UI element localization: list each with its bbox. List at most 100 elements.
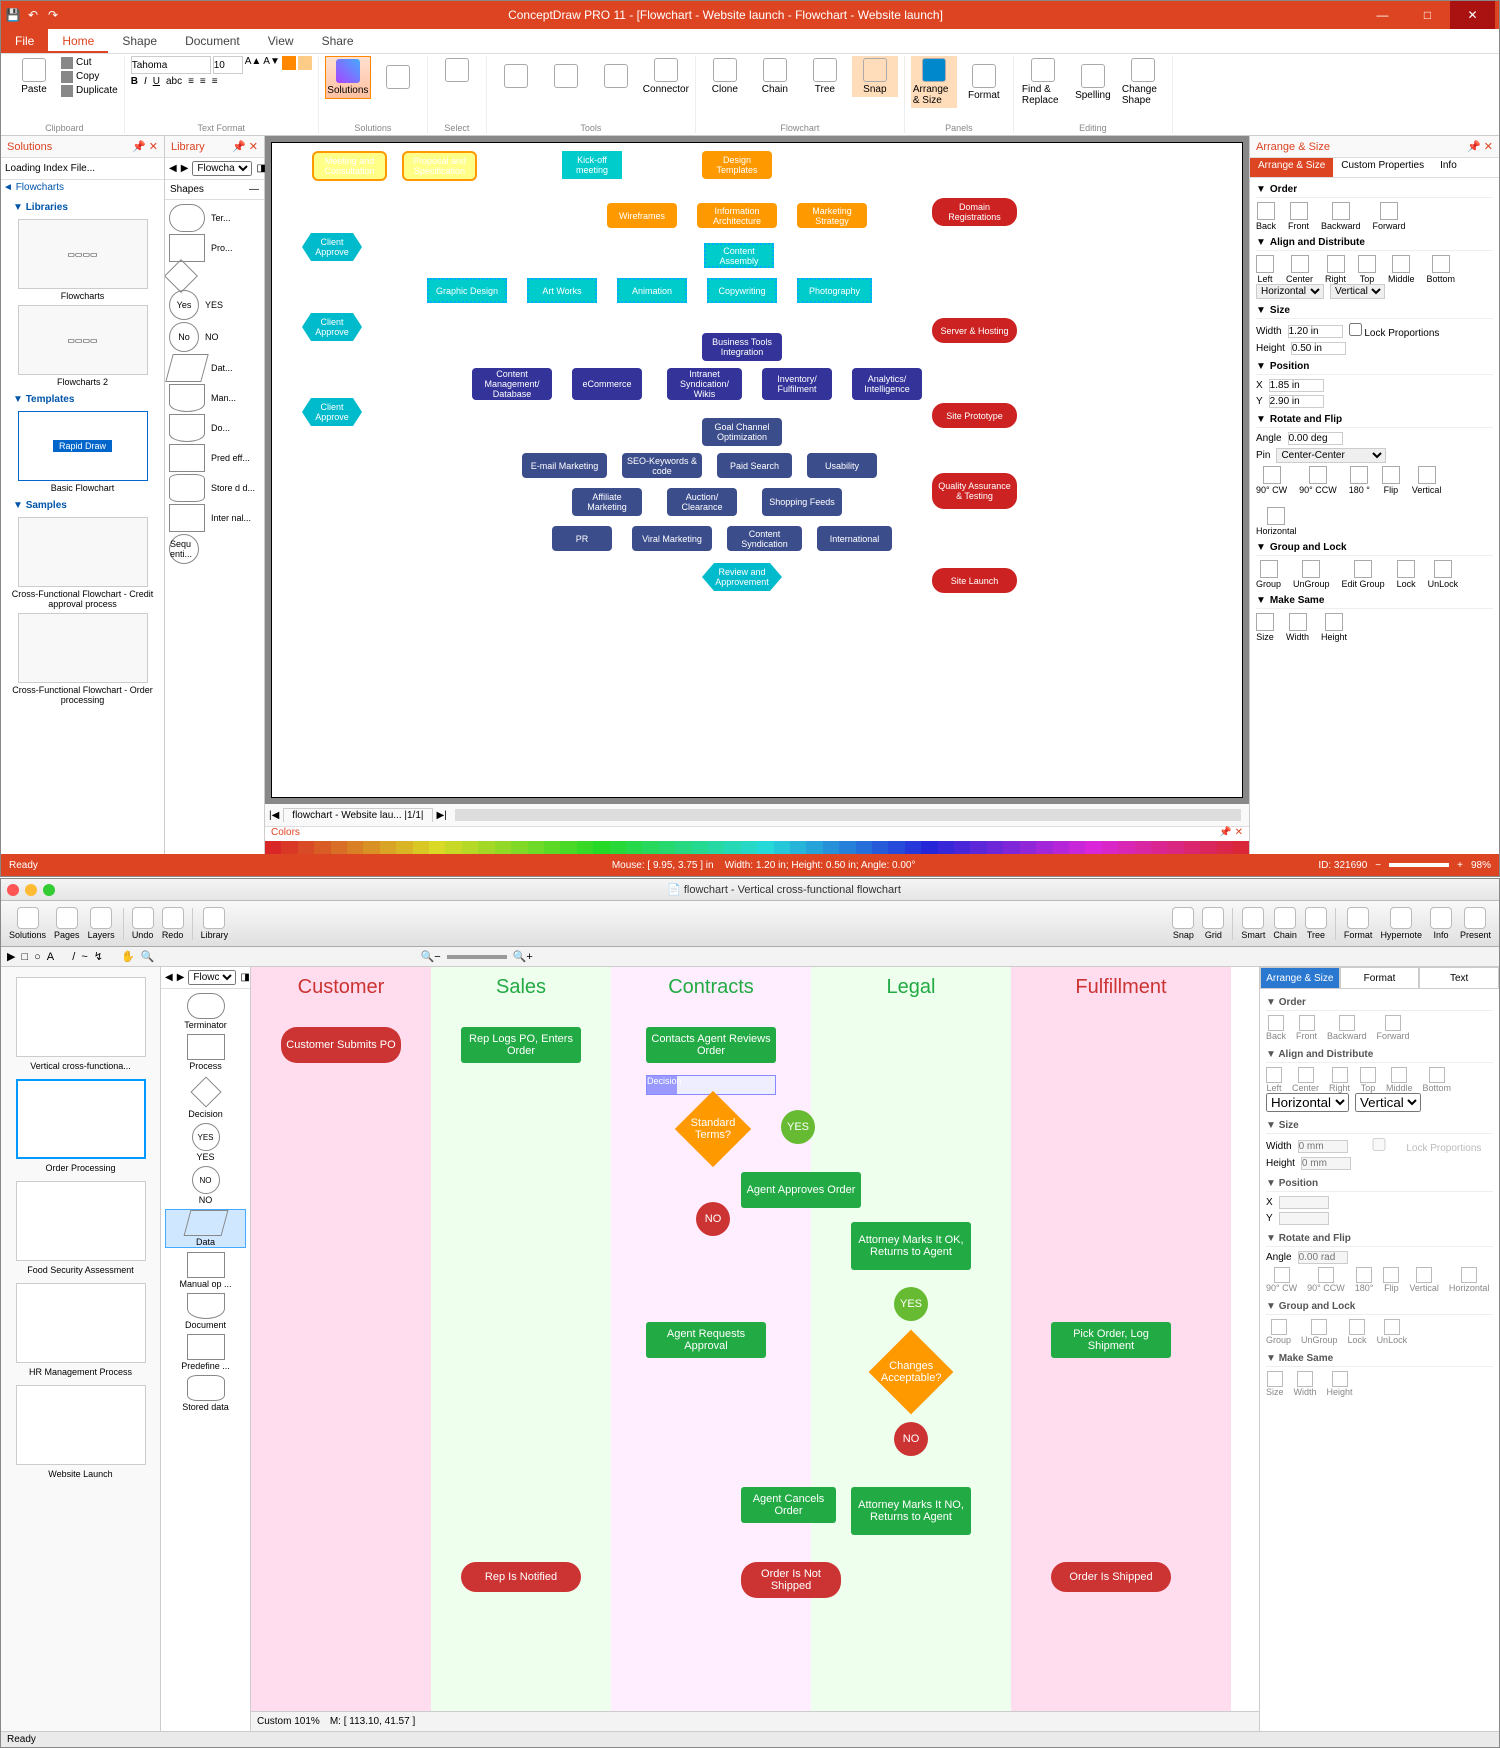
order-front[interactable]: Front [1296,1015,1317,1041]
shape-Storedd[interactable]: Store d d... [169,474,260,502]
order-forward[interactable]: Forward [1377,1015,1410,1041]
rect-tool[interactable] [493,62,539,92]
ellipse-tool-icon[interactable]: ○ [34,951,41,963]
panel-pin-icon[interactable]: 📌 ✕ [232,140,258,153]
curve-tool-icon[interactable]: ~ [81,951,87,963]
shape-Document[interactable]: Document [165,1293,246,1330]
node-kickoff[interactable]: Kick-off meeting [562,151,622,179]
rotate-180[interactable]: 180 ° [1349,466,1370,495]
node-shopping-feeds[interactable]: Shopping Feeds [762,488,842,516]
pan-tool-icon[interactable]: ✋ [121,950,135,963]
node-analytics[interactable]: Analytics/ Intelligence [852,368,922,400]
gl-group[interactable]: Group [1266,1319,1291,1345]
node-agent-cancels[interactable]: Agent Cancels Order [741,1487,836,1523]
connector-tool-icon[interactable]: ↯ [94,950,103,963]
doc-tab[interactable]: flowchart - Website lau... |1/1| [283,808,432,822]
node-yes[interactable]: YES [781,1110,815,1144]
sect-position[interactable]: Position [1270,361,1309,372]
node-contacts-agent[interactable]: Contacts Agent Reviews Order [646,1027,776,1063]
fwd-icon[interactable]: ▶ [181,163,189,174]
tree-root[interactable]: ◄ Flowcharts [1,180,164,195]
rtab-custom[interactable]: Custom Properties [1333,158,1432,177]
rotate-flip[interactable]: Flip [1382,466,1400,495]
sect-size[interactable]: Size [1270,305,1290,316]
node-pick-order[interactable]: Pick Order, Log Shipment [1051,1322,1171,1358]
text-tool[interactable] [543,62,589,92]
category-libraries[interactable]: ▼ Libraries [5,199,160,215]
align-center-icon[interactable]: ≡ [200,76,206,87]
node-no-2[interactable]: NO [894,1422,928,1456]
smart-button[interactable]: Smart [1241,907,1265,940]
collapse-icon[interactable]: — [249,184,259,195]
node-content-assembly[interactable]: Content Assembly [704,243,774,268]
node-site-prototype[interactable]: Site Prototype [932,403,1017,428]
align-bottom[interactable]: Bottom [1427,255,1456,284]
node-site-launch[interactable]: Site Launch [932,568,1017,593]
close-button[interactable] [7,884,19,896]
clone-button[interactable]: Clone [702,56,748,97]
back-icon[interactable]: ◀ [169,163,177,174]
zoom-in-icon[interactable]: + [1457,860,1463,871]
solutions-button[interactable]: Solutions [9,907,46,940]
shape-Predefine[interactable]: Predefine ... [165,1334,246,1371]
align-center[interactable]: Center [1286,255,1313,284]
shape-Dat[interactable]: Dat... [169,354,260,382]
sect-same[interactable]: Make Same [1279,1353,1333,1364]
rotate-90cw[interactable]: 90° CW [1266,1267,1297,1293]
gl-editgroup[interactable]: Edit Group [1342,560,1385,589]
node-email-marketing[interactable]: E-mail Marketing [522,453,607,478]
rtab-arrange[interactable]: Arrange & Size [1260,967,1340,989]
order-back[interactable]: Back [1256,202,1276,231]
node-approve2[interactable]: Client Approve [302,313,362,341]
node-server-hosting[interactable]: Server & Hosting [932,318,1017,343]
font-dec-icon[interactable]: A▼ [263,56,280,74]
font-inc-icon[interactable]: A▲ [245,56,262,74]
panel-pin-icon[interactable]: 📌 ✕ [132,140,158,153]
maximize-button[interactable]: □ [1405,1,1450,29]
align-vert-select[interactable]: Vertical [1330,284,1385,299]
tab-document[interactable]: Document [171,29,254,53]
node-no-1[interactable]: NO [696,1202,730,1236]
node-usability[interactable]: Usability [807,453,877,478]
italic-icon[interactable]: I [144,76,147,87]
align-left-icon[interactable]: ≡ [188,76,194,87]
node-art-works[interactable]: Art Works [527,278,597,303]
node-qa-testing[interactable]: Quality Assurance & Testing [932,473,1017,509]
sect-order[interactable]: Order [1270,184,1297,195]
tab-nav-right-icon[interactable]: ▶| [437,810,447,821]
align-horiz-select[interactable]: Horizontal [1266,1093,1349,1112]
format-button[interactable]: Format [1344,907,1373,940]
tree-button[interactable]: Tree [802,56,848,97]
same-size[interactable]: Size [1256,613,1274,642]
gl-lock[interactable]: Lock [1397,560,1416,589]
rotate-90cw[interactable]: 90° CW [1256,466,1287,495]
shape-Ter[interactable]: Ter... [169,204,260,232]
thumb-flowcharts2[interactable]: ▭▭▭▭Flowcharts 2 [5,305,160,387]
back-icon[interactable]: ◀ [165,972,173,983]
snap-button[interactable]: Snap [852,56,898,97]
order-backward[interactable]: Backward [1321,202,1361,231]
select-button[interactable] [434,56,480,86]
shapes-select[interactable]: Flowc... [188,970,236,985]
node-intranet[interactable]: Intranet Syndication/ Wikis [667,368,742,400]
sect-align[interactable]: Align and Distribute [1278,1049,1373,1060]
node-cms[interactable]: Content Management/ Database [472,368,552,400]
zoom-tool-icon[interactable]: 🔍 [141,950,155,963]
chain-button[interactable]: Chain [1273,907,1297,940]
tab-nav-left-icon[interactable]: |◀ [269,810,279,821]
rotate-vertical[interactable]: Vertical [1409,1267,1439,1293]
thumb-Verticalcrossfunctiona[interactable] [16,977,146,1057]
node-review[interactable]: Review and Approvement [702,563,782,591]
connector-button[interactable]: Connector [643,56,689,97]
rtab-text[interactable]: Text [1419,967,1499,989]
shape-Do[interactable]: Do... [169,414,260,442]
tab-home[interactable]: Home [48,29,108,53]
drawing-canvas[interactable]: Meeting and Consultation Proposal and Sp… [271,142,1243,798]
align-middle[interactable]: Middle [1388,255,1415,284]
height-input[interactable] [1291,342,1346,355]
text-tool-icon[interactable]: A [47,951,54,963]
shape-Predeff[interactable]: Pred eff... [169,444,260,472]
align-right[interactable]: Right [1325,255,1346,284]
order-backward[interactable]: Backward [1327,1015,1367,1041]
undo-button[interactable]: Undo [132,907,154,940]
